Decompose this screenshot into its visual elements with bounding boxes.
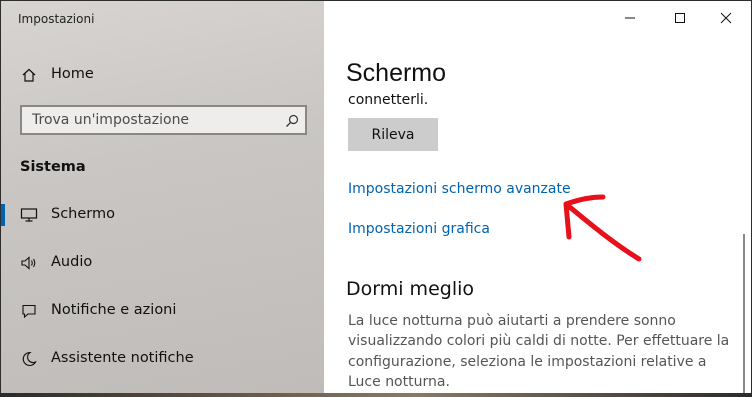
- sidebar-item-label: Schermo: [51, 206, 115, 222]
- active-indicator: [1, 204, 5, 226]
- sidebar-item-label: Audio: [51, 254, 93, 270]
- sidebar-item-schermo[interactable]: Schermo: [1, 195, 324, 235]
- truncated-text: connetterli.: [348, 92, 429, 108]
- section-label: Sistema: [20, 159, 86, 175]
- settings-window: Impostazioni Home Trova un'impostazione …: [0, 0, 752, 395]
- content-pane: Schermo connetterli. Rileva Impostazioni…: [324, 1, 751, 394]
- minimize-icon: [625, 17, 635, 19]
- sidebar-item-label: Notifiche e azioni: [51, 302, 177, 318]
- detect-button[interactable]: Rileva: [348, 118, 438, 151]
- home-icon: [19, 65, 39, 85]
- scrollbar[interactable]: [743, 234, 745, 394]
- section-title: Dormi meglio: [346, 278, 474, 300]
- search-input[interactable]: Trova un'impostazione: [20, 105, 307, 135]
- sidebar-item-home[interactable]: Home: [1, 55, 324, 95]
- close-button[interactable]: [703, 1, 749, 35]
- desktop-background-strip: [0, 393, 752, 397]
- speaker-icon: [19, 253, 39, 273]
- section-description: La luce notturna può aiutarti a prendere…: [348, 313, 730, 390]
- graphics-settings-link[interactable]: Impostazioni grafica: [348, 221, 490, 237]
- search-placeholder: Trova un'impostazione: [32, 112, 190, 128]
- sidebar-item-audio[interactable]: Audio: [1, 243, 324, 283]
- close-icon: [720, 12, 732, 24]
- sidebar-item-label: Assistente notifiche: [51, 350, 194, 366]
- monitor-icon: [19, 205, 39, 225]
- sidebar: Impostazioni Home Trova un'impostazione …: [1, 1, 324, 394]
- maximize-icon: [675, 13, 685, 23]
- search-icon[interactable]: [285, 113, 299, 127]
- sidebar-item-notifiche[interactable]: Notifiche e azioni: [1, 291, 324, 331]
- moon-icon: [19, 349, 39, 369]
- page-title: Schermo: [346, 59, 447, 87]
- notification-icon: [19, 301, 39, 321]
- sidebar-item-assistente[interactable]: Assistente notifiche: [1, 339, 324, 379]
- advanced-display-settings-link[interactable]: Impostazioni schermo avanzate: [348, 181, 571, 197]
- sidebar-item-home-label: Home: [51, 66, 94, 82]
- maximize-button[interactable]: [657, 1, 703, 35]
- minimize-button[interactable]: [607, 1, 653, 35]
- window-title: Impostazioni: [18, 12, 95, 26]
